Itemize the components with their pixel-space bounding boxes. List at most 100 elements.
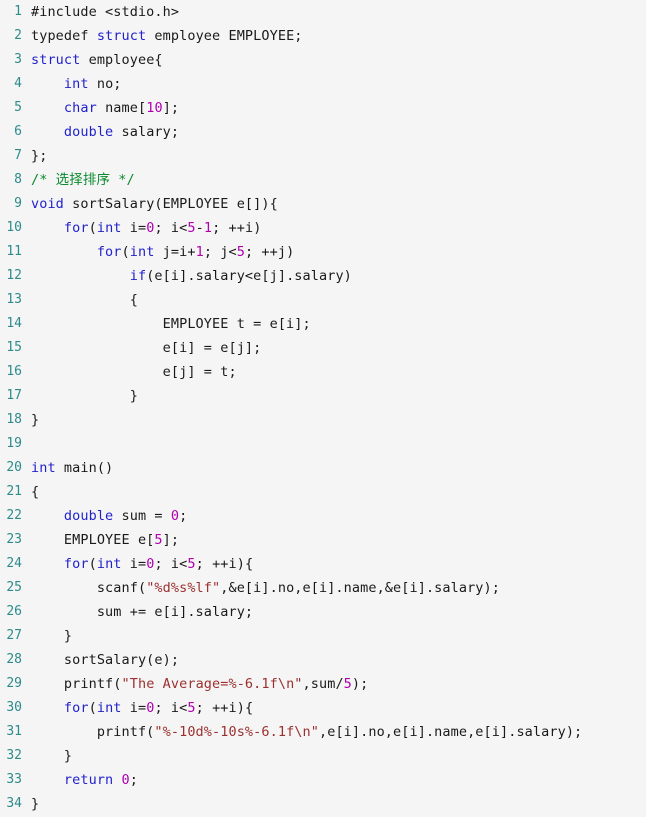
token-def: } [31,796,40,812]
code-line[interactable]: 25 scanf("%d%s%lf",&e[i].no,e[i].name,&e… [0,576,646,600]
code-line[interactable]: 17 } [0,384,646,408]
code-line[interactable]: 14 EMPLOYEE t = e[i]; [0,312,646,336]
token-num: 5 [187,556,196,572]
code-line[interactable]: 2 typedef struct employee EMPLOYEE; [0,24,646,48]
token-kw: int [31,460,56,476]
code-line[interactable]: 10 for(int i=0; i<5-1; ++i) [0,216,646,240]
token-def [31,220,64,236]
line-number: 1 [14,4,22,19]
code-line[interactable]: 30 for(int i=0; i<5; ++i){ [0,696,646,720]
line-content: EMPLOYEE t = e[i]; [22,312,646,336]
code-line[interactable]: 13 { [0,288,646,312]
line-content: EMPLOYEE e[5]; [22,528,646,552]
token-str: "The Average=%-6.1f\n" [121,676,303,692]
code-line[interactable]: 32 } [0,744,646,768]
code-line[interactable]: 4 int no; [0,72,646,96]
code-line[interactable]: 20 int main() [0,456,646,480]
token-def: ); [351,676,369,692]
code-listing[interactable]: 1 #include <stdio.h> 2 typedef struct emplo… [0,0,646,817]
token-def: } [31,388,138,404]
token-def [31,124,64,140]
token-def: EMPLOYEE e[ [31,532,155,548]
token-def: i= [121,556,147,572]
code-line[interactable]: 15 e[i] = e[j]; [0,336,646,360]
line-number: 12 [6,268,22,283]
token-def: sum = [113,508,171,524]
code-line[interactable]: 1 #include <stdio.h> [0,0,646,24]
code-line[interactable]: 3 struct employee{ [0,48,646,72]
token-def: ; [179,508,188,524]
code-line[interactable]: 33 return 0; [0,768,646,792]
token-def [31,268,130,284]
token-kw: if [129,268,147,284]
token-def: sortSalary(EMPLOYEE e[]){ [63,196,278,212]
code-line[interactable]: 5 char name[10]; [0,96,646,120]
token-def: ; i< [154,220,188,236]
line-number: 33 [6,772,22,787]
token-def: ,e[i].no,e[i].name,e[i].salary); [318,724,583,740]
token-def: main() [55,460,114,476]
token-def: scanf( [31,580,147,596]
line-content: return 0; [22,768,646,792]
code-line[interactable]: 12 if(e[i].salary<e[j].salary) [0,264,646,288]
code-line[interactable]: 8 /* 选择排序 */ [0,168,646,192]
token-def: i= [121,220,147,236]
token-kw: int [129,244,155,260]
token-kw: return [63,772,114,788]
line-number: 9 [14,196,22,211]
code-line[interactable]: 23 EMPLOYEE e[5]; [0,528,646,552]
code-line[interactable]: 24 for(int i=0; i<5; ++i){ [0,552,646,576]
code-line[interactable]: 21 { [0,480,646,504]
token-com: /* 选择排序 */ [31,172,135,188]
code-line[interactable]: 29 printf("The Average=%-6.1f\n",sum/5); [0,672,646,696]
code-line[interactable]: 31 printf("%-10d%-10s%-6.1f\n",e[i].no,e… [0,720,646,744]
line-content: int main() [22,456,646,480]
token-def: ]; [162,532,180,548]
token-def: employee{ [80,52,163,68]
line-content: int no; [22,72,646,96]
token-kw: int [96,700,122,716]
token-def: ; ++i){ [195,700,254,716]
code-line[interactable]: 6 double salary; [0,120,646,144]
token-def: typedef [31,28,97,44]
code-line[interactable]: 9 void sortSalary(EMPLOYEE e[]){ [0,192,646,216]
token-def: - [195,220,204,236]
token-def [31,244,97,260]
token-kw: double [63,508,114,524]
token-kw: struct [31,52,81,68]
token-def: ; ++i) [212,220,262,236]
code-line[interactable]: 27 } [0,624,646,648]
token-num: 5 [343,676,352,692]
token-kw: for [63,700,89,716]
code-line[interactable]: 18} [0,408,646,432]
token-def [31,700,64,716]
line-number: 15 [6,340,22,355]
line-number: 21 [6,484,22,499]
token-def [31,100,64,116]
token-def [31,772,64,788]
code-line[interactable]: 16 e[j] = t; [0,360,646,384]
code-line[interactable]: 34} [0,792,646,816]
code-line[interactable]: 22 double sum = 0; [0,504,646,528]
code-line[interactable]: 26 sum += e[i].salary; [0,600,646,624]
line-content: e[i] = e[j]; [22,336,646,360]
line-number: 25 [6,580,22,595]
token-pre: #include <stdio.h> [31,4,180,20]
token-def: e[i] = e[j]; [31,340,262,356]
line-content: } [22,408,646,432]
code-line[interactable]: 28 sortSalary(e); [0,648,646,672]
line-content: typedef struct employee EMPLOYEE; [22,24,646,48]
token-kw: for [63,556,89,572]
code-line[interactable]: 19 [0,432,646,456]
token-def: ; ++j) [244,244,295,260]
line-content: for(int i=0; i<5-1; ++i) [22,216,646,240]
token-def: sum += e[i].salary; [31,604,254,620]
line-content: sum += e[i].salary; [22,600,646,624]
code-line[interactable]: 7}; [0,144,646,168]
line-content: { [22,288,646,312]
code-line[interactable]: 11 for(int j=i+1; j<5; ++j) [0,240,646,264]
line-content: }; [22,144,646,168]
token-kw: char [63,100,97,116]
token-def: employee EMPLOYEE; [146,28,303,44]
line-content: printf("%-10d%-10s%-6.1f\n",e[i].no,e[i]… [22,720,646,744]
